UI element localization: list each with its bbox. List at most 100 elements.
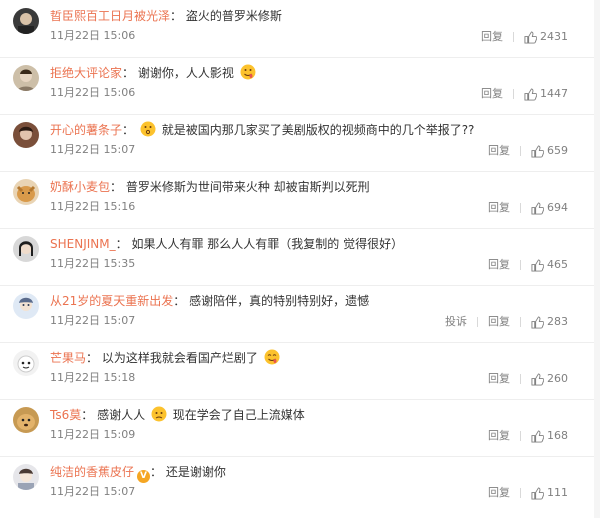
username-link[interactable]: 从21岁的夏天重新出发 xyxy=(50,294,173,308)
comment-actions: 回复 694 xyxy=(488,200,568,216)
divider xyxy=(477,317,478,327)
avatar[interactable] xyxy=(13,65,39,91)
avatar[interactable] xyxy=(13,407,39,433)
avatar[interactable] xyxy=(13,350,39,376)
like-count: 111 xyxy=(547,486,568,499)
comment-actions: 回复 111 xyxy=(488,485,568,501)
like-button[interactable]: 2431 xyxy=(524,29,568,45)
username-link[interactable]: 奶酥小麦包 xyxy=(50,180,110,194)
thumbs-up-icon xyxy=(531,258,544,272)
vip-badge-icon: V xyxy=(137,470,151,483)
scrollbar[interactable] xyxy=(594,0,600,518)
like-count: 2431 xyxy=(540,30,568,43)
reply-button[interactable]: 回复 xyxy=(488,200,510,216)
sad-emoji-icon xyxy=(151,406,167,422)
thumbs-up-icon xyxy=(531,372,544,386)
comment-line: 芒果马： 以为这样我就会看国产烂剧了 xyxy=(50,349,282,367)
like-button[interactable]: 465 xyxy=(531,257,568,273)
avatar[interactable] xyxy=(13,293,39,319)
comment-line: 纯洁的香蕉皮仔 V： 还是谢谢你 xyxy=(50,463,226,483)
avatar[interactable] xyxy=(13,236,39,262)
like-button[interactable]: 260 xyxy=(531,371,568,387)
reply-button[interactable]: 回复 xyxy=(481,86,503,102)
reply-button[interactable]: 回复 xyxy=(488,485,510,501)
avatar[interactable] xyxy=(13,122,39,148)
report-button[interactable]: 投诉 xyxy=(445,314,467,330)
divider xyxy=(513,89,514,99)
username-link[interactable]: 芒果马 xyxy=(50,351,86,365)
comment-text: 感谢陪伴，真的特别特别好，遗憾 xyxy=(189,294,370,308)
comment-item: 奶酥小麦包： 普罗米修斯为世间带来火种 却被宙斯判以死刑 11月22日 15:1… xyxy=(0,171,600,229)
avatar[interactable] xyxy=(13,8,39,34)
divider xyxy=(513,32,514,42)
timestamp: 11月22日 15:18 xyxy=(50,371,136,384)
reply-button[interactable]: 回复 xyxy=(488,143,510,159)
drool-emoji-icon xyxy=(240,64,256,80)
comment-item: 拒绝大评论家： 谢谢你，人人影视 11月22日 15:06 回复 1447 xyxy=(0,57,600,115)
divider xyxy=(520,260,521,270)
divider xyxy=(520,317,521,327)
comment-actions: 回复 260 xyxy=(488,371,568,387)
username-link[interactable]: 拒绝大评论家 xyxy=(50,66,122,80)
comment-actions: 回复 465 xyxy=(488,257,568,273)
divider xyxy=(520,374,521,384)
like-button[interactable]: 694 xyxy=(531,200,568,216)
thumbs-up-icon xyxy=(531,315,544,329)
timestamp: 11月22日 15:16 xyxy=(50,200,136,213)
like-count: 1447 xyxy=(540,87,568,100)
comment-text: 普罗米修斯为世间带来火种 却被宙斯判以死刑 xyxy=(125,180,370,194)
reply-button[interactable]: 回复 xyxy=(488,314,510,330)
comment-line: 从21岁的夏天重新出发： 感谢陪伴，真的特别特别好，遗憾 xyxy=(50,292,369,310)
username-link[interactable]: SHENJINM_ xyxy=(50,237,116,251)
comment-item: 纯洁的香蕉皮仔 V： 还是谢谢你 11月22日 15:07 回复 111 xyxy=(0,456,600,513)
like-count: 694 xyxy=(547,201,568,214)
comment-text: 就是被国内那几家买了美剧版权的视频商中的几个举报了?? xyxy=(161,123,475,137)
reply-button[interactable]: 回复 xyxy=(488,371,510,387)
drool-emoji-icon xyxy=(264,349,280,365)
reply-button[interactable]: 回复 xyxy=(481,29,503,45)
like-button[interactable]: 283 xyxy=(531,314,568,330)
comment-item: 开心的薯条子： 就是被国内那几家买了美剧版权的视频商中的几个举报了?? 11月2… xyxy=(0,114,600,172)
colon: ： xyxy=(115,237,128,251)
comment-text: 如果人人有罪 那么人人有罪（我复制的 觉得很好） xyxy=(131,237,404,251)
timestamp: 11月22日 15:09 xyxy=(50,428,136,441)
divider xyxy=(520,146,521,156)
username-link[interactable]: Ts6莫 xyxy=(50,408,81,422)
colon: ： xyxy=(110,180,123,194)
like-count: 659 xyxy=(547,144,568,157)
username-link[interactable]: 开心的薯条子 xyxy=(50,123,122,137)
timestamp: 11月22日 15:06 xyxy=(50,86,136,99)
thumbs-up-icon xyxy=(531,144,544,158)
like-button[interactable]: 659 xyxy=(531,143,568,159)
comment-text: 谢谢你，人人影视 xyxy=(137,66,234,80)
username-link[interactable]: 晢臣熙百工日月被光泽 xyxy=(50,9,170,23)
colon: ： xyxy=(170,9,183,23)
comment-text-continued: 现在学会了自己上流媒体 xyxy=(172,408,305,422)
avatar[interactable] xyxy=(13,464,39,490)
reply-button[interactable]: 回复 xyxy=(488,257,510,273)
timestamp: 11月22日 15:07 xyxy=(50,143,136,156)
timestamp: 11月22日 15:35 xyxy=(50,257,136,270)
like-count: 465 xyxy=(547,258,568,271)
like-count: 168 xyxy=(547,429,568,442)
reply-button[interactable]: 回复 xyxy=(488,428,510,444)
thumbs-up-icon xyxy=(524,87,537,101)
comment-text: 盗火的普罗米修斯 xyxy=(185,9,282,23)
comment-line: 晢臣熙百工日月被光泽： 盗火的普罗米修斯 xyxy=(50,7,282,25)
comment-text: 以为这样我就会看国产烂剧了 xyxy=(101,351,258,365)
comment-item: 从21岁的夏天重新出发： 感谢陪伴，真的特别特别好，遗憾 11月22日 15:0… xyxy=(0,285,600,343)
comment-list: 晢臣熙百工日月被光泽： 盗火的普罗米修斯 11月22日 15:06 回复 243… xyxy=(0,0,600,518)
avatar[interactable] xyxy=(13,179,39,205)
like-button[interactable]: 1447 xyxy=(524,86,568,102)
like-count: 283 xyxy=(547,315,568,328)
like-button[interactable]: 111 xyxy=(531,485,568,501)
username-link[interactable]: 纯洁的香蕉皮仔 xyxy=(50,465,134,479)
thumbs-up-icon xyxy=(524,30,537,44)
divider xyxy=(520,431,521,441)
comment-actions: 回复 1447 xyxy=(481,86,568,102)
comment-line: 开心的薯条子： 就是被国内那几家买了美剧版权的视频商中的几个举报了?? xyxy=(50,121,474,139)
like-button[interactable]: 168 xyxy=(531,428,568,444)
timestamp: 11月22日 15:07 xyxy=(50,314,136,327)
comment-item: 晢臣熙百工日月被光泽： 盗火的普罗米修斯 11月22日 15:06 回复 243… xyxy=(0,0,600,58)
comment-actions: 回复 168 xyxy=(488,428,568,444)
